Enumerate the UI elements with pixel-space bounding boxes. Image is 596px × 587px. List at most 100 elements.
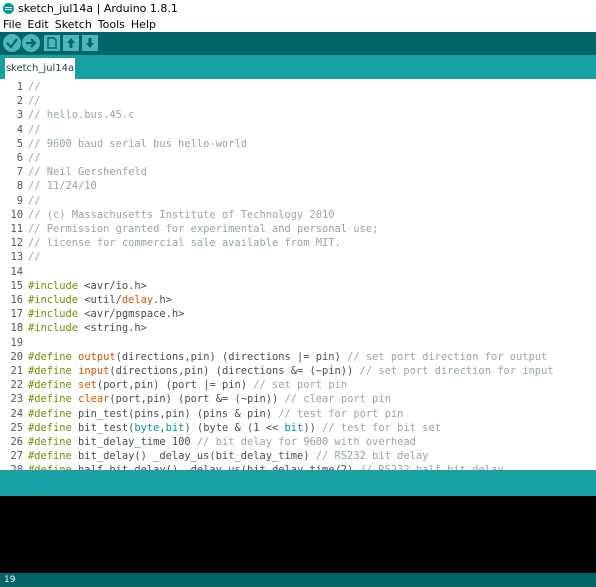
line-number: 4 bbox=[16, 123, 23, 136]
code-editor[interactable]: 1 // 2 // 3 // hello.bus.45.c 4 // 5 // 9600 baud… bbox=[0, 79, 596, 470]
upload-button[interactable] bbox=[22, 34, 40, 52]
code-text: // bbox=[28, 123, 41, 136]
code-text: // license for commercial sale available… bbox=[28, 237, 341, 250]
line-number: 28 bbox=[0, 463, 23, 470]
arrow-down-icon bbox=[86, 38, 94, 48]
new-button[interactable] bbox=[44, 35, 60, 51]
line-number: 18 bbox=[10, 322, 23, 335]
code-text: // bbox=[28, 194, 41, 207]
line-number: 20 bbox=[10, 350, 23, 363]
code-line: 19 bbox=[0, 336, 596, 350]
line-number: 2 bbox=[16, 95, 23, 108]
menu-help[interactable]: Help bbox=[131, 18, 156, 31]
tab-strip: sketch_jul14a bbox=[0, 55, 596, 79]
code-text: #define half_bit_delay() _delay_us(bit_d… bbox=[28, 463, 503, 470]
code-line: 3 // hello.bus.45.c bbox=[0, 108, 596, 122]
code-text: #define input(directions,pin) (direction… bbox=[28, 365, 554, 377]
line-number: 14 bbox=[10, 265, 23, 278]
code-text: #include <avr/pgmspace.h> bbox=[28, 308, 185, 321]
code-text: // (c) Massachusetts Institute of Techno… bbox=[28, 208, 335, 221]
line-number: 15 bbox=[10, 279, 23, 292]
code-text: #define clear(port,pin) (port &= (~pin))… bbox=[28, 393, 391, 406]
code-text: #include <util/delay.h> bbox=[28, 294, 172, 306]
arrow-up-icon bbox=[67, 38, 75, 48]
code-text: #define bit_delay() _delay_us(bit_delay_… bbox=[28, 450, 429, 463]
code-text: #include <avr/io.h> bbox=[28, 279, 147, 292]
line-number: 23 bbox=[10, 393, 23, 406]
checkmark-icon bbox=[6, 38, 18, 49]
code-line: 7 // Neil Gershenfeld bbox=[0, 165, 596, 179]
console-output bbox=[0, 496, 596, 573]
line-number: 26 bbox=[10, 436, 23, 448]
code-line: 11 // Permission granted for experimental… bbox=[0, 222, 596, 236]
menu-tools[interactable]: Tools bbox=[98, 18, 125, 31]
code-line: 17 #include <avr/pgmspace.h> bbox=[0, 307, 596, 321]
code-line: 2 // bbox=[0, 94, 596, 108]
code-line: 25 #define bit_test(byte,bit) (byte & (1 … bbox=[0, 421, 596, 435]
line-number: 17 bbox=[10, 308, 23, 321]
code-text: #define set(port,pin) (port |= pin) // s… bbox=[28, 379, 348, 392]
line-number: 27 bbox=[10, 450, 23, 463]
code-text: // hello.bus.45.c bbox=[28, 109, 135, 122]
menu-file[interactable]: File bbox=[3, 18, 21, 31]
code-text: #define pin_test(pins,pin) (pins & pin) … bbox=[28, 407, 404, 420]
code-line: 18 #include <string.h> bbox=[0, 321, 596, 335]
code-line: 21 #define input(directions,pin) (directi… bbox=[0, 364, 596, 378]
line-number: 10 bbox=[10, 208, 23, 221]
code-line: 9 // bbox=[0, 194, 596, 208]
status-bar: 19 bbox=[0, 573, 596, 587]
line-number: 11 bbox=[10, 223, 23, 235]
line-number: 9 bbox=[16, 194, 23, 207]
code-text: #define output(directions,pin) (directio… bbox=[28, 350, 548, 363]
menu-bar: File Edit Sketch Tools Help bbox=[0, 17, 596, 31]
code-text: // Neil Gershenfeld bbox=[28, 166, 147, 179]
open-button[interactable] bbox=[63, 35, 79, 51]
arduino-logo-icon bbox=[3, 3, 14, 14]
code-line: 10 // (c) Massachusetts Institute of Tech… bbox=[0, 208, 596, 222]
toolbar bbox=[0, 32, 596, 55]
code-text: // Permission granted for experimental a… bbox=[28, 223, 379, 235]
code-line: 28 #define half_bit_delay() _delay_us(bit… bbox=[0, 463, 596, 470]
line-number: 21 bbox=[10, 365, 23, 377]
code-text: #include <string.h> bbox=[28, 322, 147, 335]
new-file-icon bbox=[47, 37, 57, 49]
code-line: 12 // license for commercial sale availab… bbox=[0, 236, 596, 250]
code-line: 4 // bbox=[0, 123, 596, 137]
code-text: #define bit_test(byte,bit) (byte & (1 <<… bbox=[28, 421, 441, 434]
code-line: 22 #define set(port,pin) (port |= pin) //… bbox=[0, 378, 596, 392]
tab-sketch[interactable]: sketch_jul14a bbox=[5, 58, 75, 79]
code-line: 8 // 11/24/10 bbox=[0, 179, 596, 193]
code-line: 15 #include <avr/io.h> bbox=[0, 279, 596, 293]
window-title: sketch_jul14a | Arduino 1.8.1 bbox=[18, 2, 178, 15]
line-number: 3 bbox=[16, 109, 23, 122]
line-number: 19 bbox=[10, 336, 23, 349]
menu-edit[interactable]: Edit bbox=[27, 18, 48, 31]
line-number: 24 bbox=[10, 407, 23, 420]
save-button[interactable] bbox=[82, 35, 98, 51]
code-line: 24 #define pin_test(pins,pin) (pins & pin… bbox=[0, 407, 596, 421]
line-number: 12 bbox=[10, 237, 23, 250]
code-text: // 9600 baud serial bus hello-world bbox=[28, 137, 247, 150]
code-line: 14 bbox=[0, 265, 596, 279]
arrow-right-icon bbox=[26, 38, 37, 48]
menu-sketch[interactable]: Sketch bbox=[55, 18, 92, 31]
code-text: // bbox=[28, 95, 41, 108]
verify-button[interactable] bbox=[3, 34, 21, 52]
line-number: 8 bbox=[16, 180, 23, 193]
line-number: 1 bbox=[16, 81, 23, 93]
code-text: // 11/24/10 bbox=[28, 180, 97, 193]
line-number: 5 bbox=[16, 137, 23, 150]
code-line: 16 #include <util/delay.h> bbox=[0, 293, 596, 307]
code-line: 20 #define output(directions,pin) (direct… bbox=[0, 350, 596, 364]
code-line: 26 #define bit_delay_time 100 // bit dela… bbox=[0, 435, 596, 449]
code-text: // bbox=[28, 152, 41, 164]
line-number: 22 bbox=[10, 379, 23, 392]
code-text: // bbox=[28, 251, 41, 264]
code-line: 6 // bbox=[0, 151, 596, 165]
line-number: 13 bbox=[10, 251, 23, 264]
line-number: 6 bbox=[16, 152, 23, 164]
code-line: 23 #define clear(port,pin) (port &= (~pin… bbox=[0, 392, 596, 406]
line-number: 16 bbox=[10, 294, 23, 306]
code-line: 1 // bbox=[0, 80, 596, 94]
line-number: 25 bbox=[10, 421, 23, 434]
